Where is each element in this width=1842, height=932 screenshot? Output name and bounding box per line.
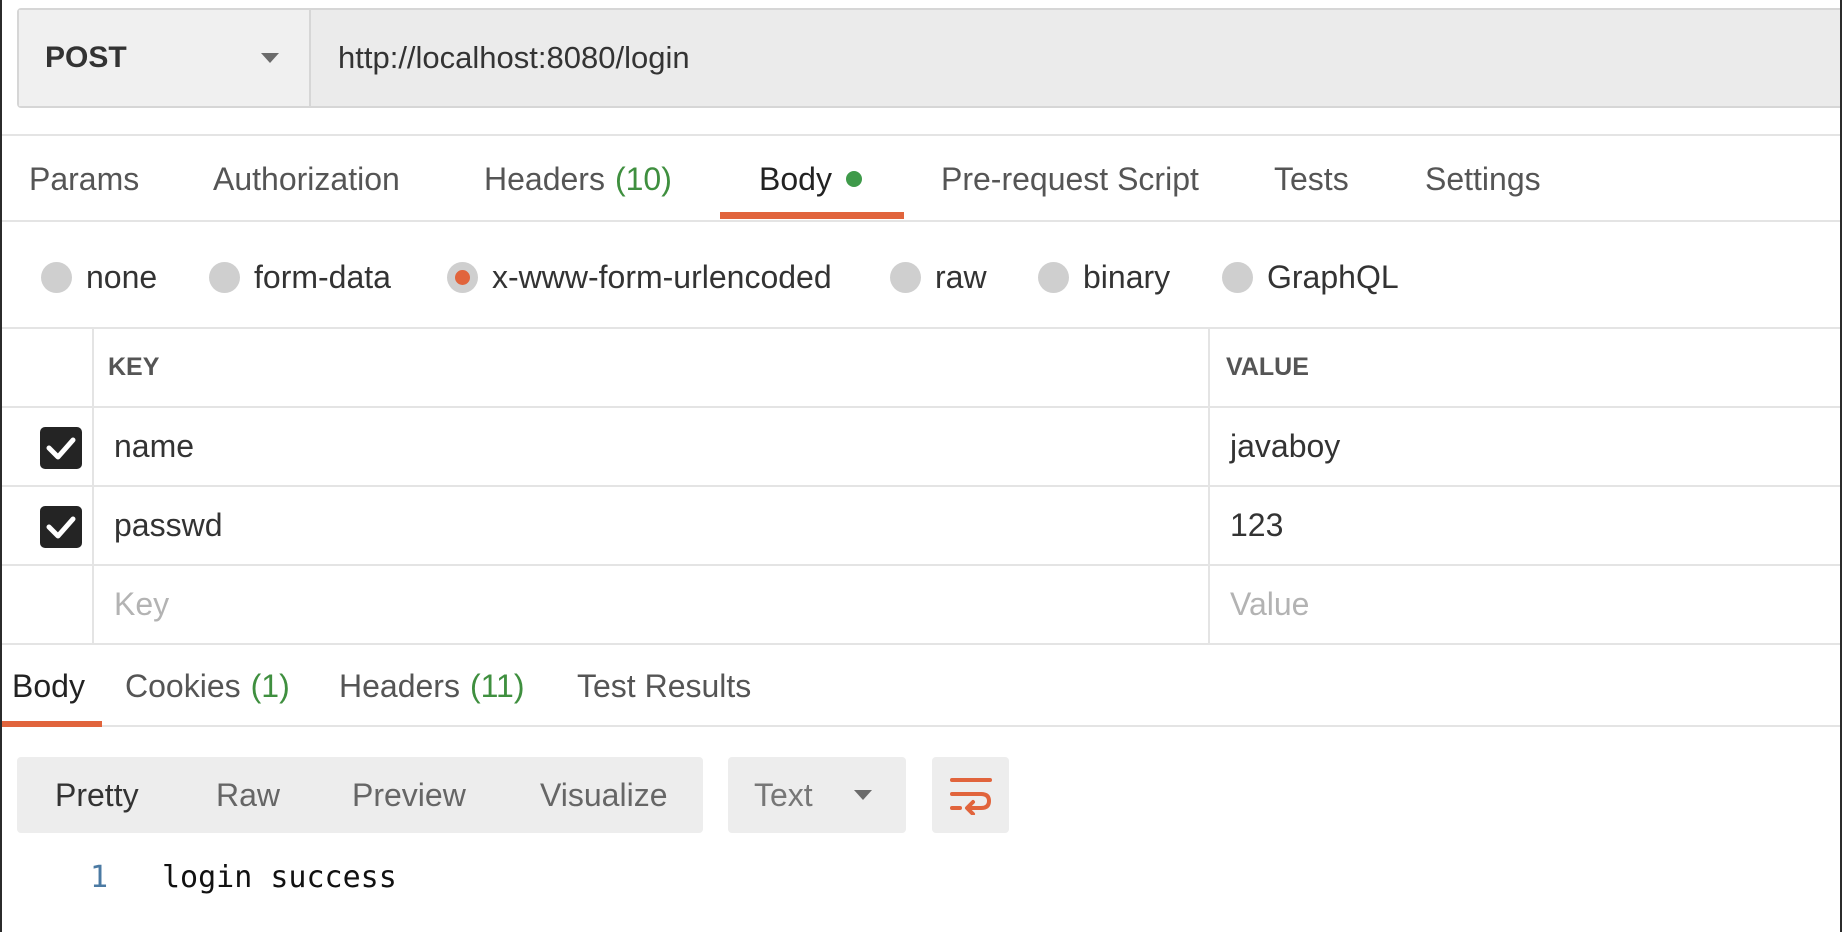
view-pretty-button[interactable]: Pretty <box>55 757 139 833</box>
params-table: KEY VALUE name javaboy passwd 123 Key Va… <box>2 327 1840 645</box>
radio-icon <box>890 261 921 293</box>
radio-none[interactable]: none <box>41 236 157 318</box>
tab-label: Tests <box>1274 160 1349 197</box>
radio-binary[interactable]: binary <box>1038 236 1170 318</box>
tab-label: Authorization <box>213 160 400 197</box>
divider <box>2 134 1840 136</box>
radio-label: none <box>86 258 158 295</box>
postman-request-panel: POST Params Authorization Headers (10) B… <box>0 0 1842 932</box>
radio-x-www-form-urlencoded[interactable]: x-www-form-urlencoded <box>447 236 832 318</box>
radio-raw[interactable]: raw <box>890 236 987 318</box>
chevron-down-icon <box>854 790 872 800</box>
tab-tests[interactable]: Tests <box>1274 138 1349 220</box>
table-row: name javaboy <box>2 408 1840 487</box>
view-raw-button[interactable]: Raw <box>216 757 280 833</box>
value-input-placeholder[interactable]: Value <box>1212 566 1840 643</box>
tab-label: Params <box>29 160 140 197</box>
radio-label: form-data <box>254 258 391 295</box>
radio-form-data[interactable]: form-data <box>209 236 391 318</box>
radio-icon <box>209 261 240 293</box>
tab-authorization[interactable]: Authorization <box>213 138 400 220</box>
tab-label: Cookies <box>125 667 241 704</box>
view-preview-button[interactable]: Preview <box>352 757 466 833</box>
wrap-lines-button[interactable] <box>932 757 1009 833</box>
tab-count: (10) <box>614 160 672 197</box>
row-check-cell <box>2 566 94 643</box>
active-response-tab-indicator <box>2 721 102 727</box>
checkbox-checked-icon[interactable] <box>40 506 82 548</box>
column-header-value: VALUE <box>1226 353 1309 381</box>
tab-label: Body <box>759 160 832 197</box>
tab-label: Settings <box>1425 160 1541 197</box>
response-tab-headers[interactable]: Headers (11) <box>339 645 524 727</box>
key-input-placeholder[interactable]: Key <box>94 566 1210 643</box>
radio-label: binary <box>1083 258 1171 295</box>
wrap-lines-icon <box>949 778 992 815</box>
row-check-cell <box>2 487 94 564</box>
table-row: passwd 123 <box>2 487 1840 566</box>
response-tab-body[interactable]: Body <box>12 645 85 727</box>
url-bar: POST <box>17 8 1840 108</box>
tab-headers[interactable]: Headers (10) <box>484 138 672 220</box>
view-mode-group: Pretty Raw Preview Visualize <box>17 757 703 833</box>
radio-label: raw <box>935 258 987 295</box>
tab-label: Body <box>12 667 85 704</box>
active-tab-indicator <box>720 212 904 219</box>
checkbox-checked-icon[interactable] <box>40 427 82 469</box>
column-header-key: KEY <box>94 329 1210 406</box>
tab-label: Pre-request Script <box>941 160 1199 197</box>
response-tab-cookies[interactable]: Cookies (1) <box>125 645 290 727</box>
radio-icon <box>1222 261 1253 293</box>
radio-label: GraphQL <box>1267 258 1399 295</box>
table-row-empty: Key Value <box>2 566 1840 645</box>
tab-label: Test Results <box>577 667 752 704</box>
key-cell[interactable]: name <box>94 408 1210 485</box>
line-number: 1 <box>90 860 109 895</box>
radio-icon <box>1038 261 1069 293</box>
tab-body[interactable]: Body <box>759 138 862 220</box>
tab-label: Headers <box>339 667 460 704</box>
tab-count: (1) <box>250 667 290 704</box>
header-check-cell <box>2 329 94 406</box>
radio-selected-icon <box>447 261 478 293</box>
format-select[interactable]: Text <box>728 757 906 833</box>
table-header-row: KEY VALUE <box>2 329 1840 408</box>
format-label: Text <box>754 776 813 813</box>
method-label: POST <box>45 41 127 74</box>
view-visualize-button[interactable]: Visualize <box>540 757 667 833</box>
value-cell[interactable]: javaboy <box>1212 408 1840 485</box>
radio-icon <box>41 261 72 293</box>
response-tabs: Body Cookies (1) Headers (11) Test Resul… <box>2 645 1840 727</box>
value-cell[interactable]: 123 <box>1212 487 1840 564</box>
response-text: login success <box>162 860 397 895</box>
status-dot-icon <box>845 171 862 187</box>
request-tabs: Params Authorization Headers (10) Body P… <box>2 138 1840 220</box>
radio-graphql[interactable]: GraphQL <box>1222 236 1399 318</box>
tab-params[interactable]: Params <box>29 138 139 220</box>
response-body-editor[interactable]: 1 login success <box>2 860 1840 900</box>
response-tab-test-results[interactable]: Test Results <box>577 645 751 727</box>
tab-pre-request-script[interactable]: Pre-request Script <box>941 138 1199 220</box>
tab-label: Headers <box>484 160 605 197</box>
tab-count: (11) <box>469 667 525 704</box>
tab-settings[interactable]: Settings <box>1425 138 1541 220</box>
radio-label: x-www-form-urlencoded <box>492 258 832 295</box>
row-check-cell <box>2 408 94 485</box>
chevron-down-icon <box>261 53 279 63</box>
divider <box>2 220 1840 222</box>
body-type-options: none form-data x-www-form-urlencoded raw… <box>2 236 1840 318</box>
method-select[interactable]: POST <box>19 10 311 106</box>
key-cell[interactable]: passwd <box>94 487 1210 564</box>
url-input[interactable] <box>311 10 1840 106</box>
